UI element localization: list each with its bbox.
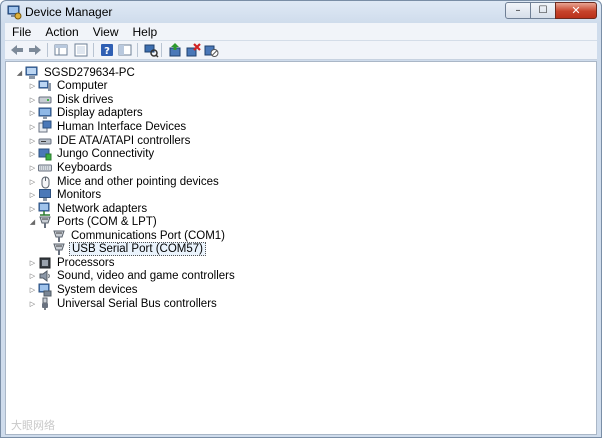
expand-arrow-icon[interactable]: ▷ — [28, 82, 37, 90]
menu-bar: File Action View Help — [5, 23, 597, 41]
tree-item-system-devices[interactable]: ▷ System devices — [28, 283, 140, 297]
sound-icon — [39, 270, 50, 282]
tree-item-label: Ports (COM & LPT) — [57, 216, 157, 228]
device-manager-window: Device Manager – ☐ ✕ File Action View He… — [0, 0, 602, 438]
usb-icon — [42, 297, 48, 310]
monitor-icon — [39, 189, 51, 201]
tree-item-computer[interactable]: ▷ Computer — [28, 79, 110, 93]
tree-root[interactable]: ◢ SGSD279634-PC — [15, 66, 137, 80]
expand-arrow-icon[interactable]: ▷ — [28, 123, 37, 131]
port-icon — [53, 230, 65, 242]
close-button[interactable]: ✕ — [555, 2, 597, 19]
tree-item-monitors[interactable]: ▷ Monitors — [28, 188, 103, 202]
tree-item-label: Display adapters — [57, 107, 143, 119]
expand-arrow-icon[interactable]: ▷ — [28, 259, 37, 267]
expand-arrow-icon[interactable]: ▷ — [28, 205, 37, 213]
tree-item-mice[interactable]: ▷ Mice and other pointing devices — [28, 175, 221, 189]
tree-item-communications-port[interactable]: Communications Port (COM1) — [51, 229, 227, 243]
svg-text:?: ? — [104, 46, 110, 57]
tree-item-network-adapters[interactable]: ▷ Network adapters — [28, 202, 149, 216]
hid-icon — [38, 120, 52, 133]
maximize-button[interactable]: ☐ — [530, 2, 556, 19]
uninstall-icon[interactable] — [185, 42, 201, 58]
menu-view[interactable]: View — [86, 25, 126, 39]
processor-icon — [39, 257, 51, 269]
port-icon — [53, 243, 65, 255]
update-driver-icon[interactable] — [167, 42, 183, 58]
computer-name: SGSD279634-PC — [44, 67, 135, 79]
expand-arrow-icon[interactable]: ▷ — [28, 286, 37, 294]
minimize-button[interactable]: – — [505, 2, 531, 19]
view-icon[interactable] — [73, 42, 89, 58]
tree-item-ports[interactable]: ◢ Ports (COM & LPT) — [28, 215, 159, 229]
expand-arrow-icon[interactable]: ▷ — [28, 191, 37, 199]
network-adapter-icon — [38, 202, 50, 216]
tree-item-label: Disk drives — [57, 94, 114, 106]
display-adapter-icon — [38, 107, 52, 119]
tree-item-label: Mice and other pointing devices — [57, 176, 219, 188]
help-icon[interactable]: ? — [99, 42, 115, 58]
tree-item-jungo-connectivity[interactable]: ▷ Jungo Connectivity — [28, 147, 156, 161]
menu-action[interactable]: Action — [38, 25, 85, 39]
computer-icon — [38, 80, 51, 91]
menu-help[interactable]: Help — [126, 25, 165, 39]
console-icon[interactable] — [117, 42, 133, 58]
mouse-icon — [41, 176, 50, 189]
tree-item-label: Keyboards — [57, 162, 112, 174]
properties-grid-icon[interactable] — [53, 42, 69, 58]
collapse-arrow-icon[interactable]: ◢ — [28, 218, 37, 226]
tree-item-label-selected: USB Serial Port (COM57) — [69, 242, 207, 256]
tree-item-label: IDE ATA/ATAPI controllers — [57, 135, 191, 147]
watermark-text: 大眼网络 — [11, 419, 55, 432]
title-bar[interactable]: Device Manager – ☐ ✕ — [1, 1, 601, 23]
disable-icon[interactable] — [203, 42, 219, 58]
scan-hardware-icon[interactable] — [143, 42, 159, 58]
expand-arrow-icon[interactable]: ▷ — [28, 137, 37, 145]
computer-root-icon — [25, 66, 38, 79]
tree-item-label: Jungo Connectivity — [57, 148, 155, 160]
keyboard-icon — [38, 164, 52, 172]
tree-item-label: Communications Port (COM1) — [71, 230, 226, 242]
tree-item-label: Universal Serial Bus controllers — [57, 298, 217, 310]
device-tree[interactable]: ◢ SGSD279634-PC ▷ Computer ▷ Disk drives… — [5, 61, 597, 435]
tree-item-label: Computer — [57, 80, 108, 92]
collapse-arrow-icon[interactable]: ◢ — [15, 69, 24, 77]
tree-item-usb-serial-port[interactable]: USB Serial Port (COM57) — [51, 242, 207, 256]
tree-item-keyboards[interactable]: ▷ Keyboards — [28, 161, 114, 175]
back-icon[interactable] — [9, 42, 25, 58]
port-icon — [39, 216, 51, 228]
jungo-icon — [38, 148, 52, 161]
tree-item-label: Human Interface Devices — [57, 121, 187, 133]
tree-item-processors[interactable]: ▷ Processors — [28, 256, 117, 270]
tree-item-label: Network adapters — [57, 203, 148, 215]
tree-item-label: Processors — [57, 257, 115, 269]
forward-icon[interactable] — [27, 42, 43, 58]
expand-arrow-icon[interactable]: ▷ — [28, 164, 37, 172]
expand-arrow-icon[interactable]: ▷ — [28, 109, 37, 117]
tree-item-human-interface-devices[interactable]: ▷ Human Interface Devices — [28, 120, 188, 134]
expand-arrow-icon[interactable]: ▷ — [28, 272, 37, 280]
menu-file[interactable]: File — [5, 25, 38, 39]
tree-item-disk-drives[interactable]: ▷ Disk drives — [28, 93, 115, 107]
system-devices-icon — [38, 283, 52, 297]
expand-arrow-icon[interactable]: ▷ — [28, 96, 37, 104]
tree-item-ide-controllers[interactable]: ▷ IDE ATA/ATAPI controllers — [28, 134, 192, 148]
tree-item-label: Monitors — [57, 189, 102, 201]
tree-item-usb-controllers[interactable]: ▷ Universal Serial Bus controllers — [28, 297, 219, 311]
expand-arrow-icon[interactable]: ▷ — [28, 178, 37, 186]
tree-item-label: System devices — [57, 284, 138, 296]
expand-arrow-icon[interactable]: ▷ — [28, 150, 37, 158]
tree-item-label: Sound, video and game controllers — [57, 270, 235, 282]
window-title: Device Manager — [25, 5, 113, 19]
expand-arrow-icon[interactable]: ▷ — [28, 300, 37, 308]
tree-item-display-adapters[interactable]: ▷ Display adapters — [28, 106, 145, 120]
disk-drive-icon — [38, 96, 52, 104]
tree-item-sound-video-game[interactable]: ▷ Sound, video and game controllers — [28, 269, 237, 283]
toolbar: ? — [5, 41, 597, 60]
device-manager-icon — [7, 5, 22, 20]
ide-controller-icon — [38, 138, 52, 145]
